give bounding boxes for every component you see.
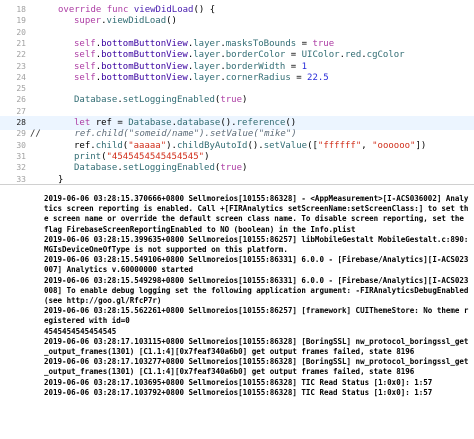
line-number: 33: [16, 174, 26, 184]
code-editor[interactable]: 18 override func viewDidLoad() {19 super.v…: [0, 0, 474, 184]
code-token: }: [58, 174, 64, 185]
console-output: 2019-06-06 03:28:15.370666+0800 Sellmore…: [44, 194, 469, 397]
code-text: }: [58, 173, 63, 185]
code-line[interactable]: 33}: [0, 173, 474, 185]
debug-console[interactable]: 2019-06-06 03:28:15.370666+0800 Sellmore…: [0, 185, 474, 439]
